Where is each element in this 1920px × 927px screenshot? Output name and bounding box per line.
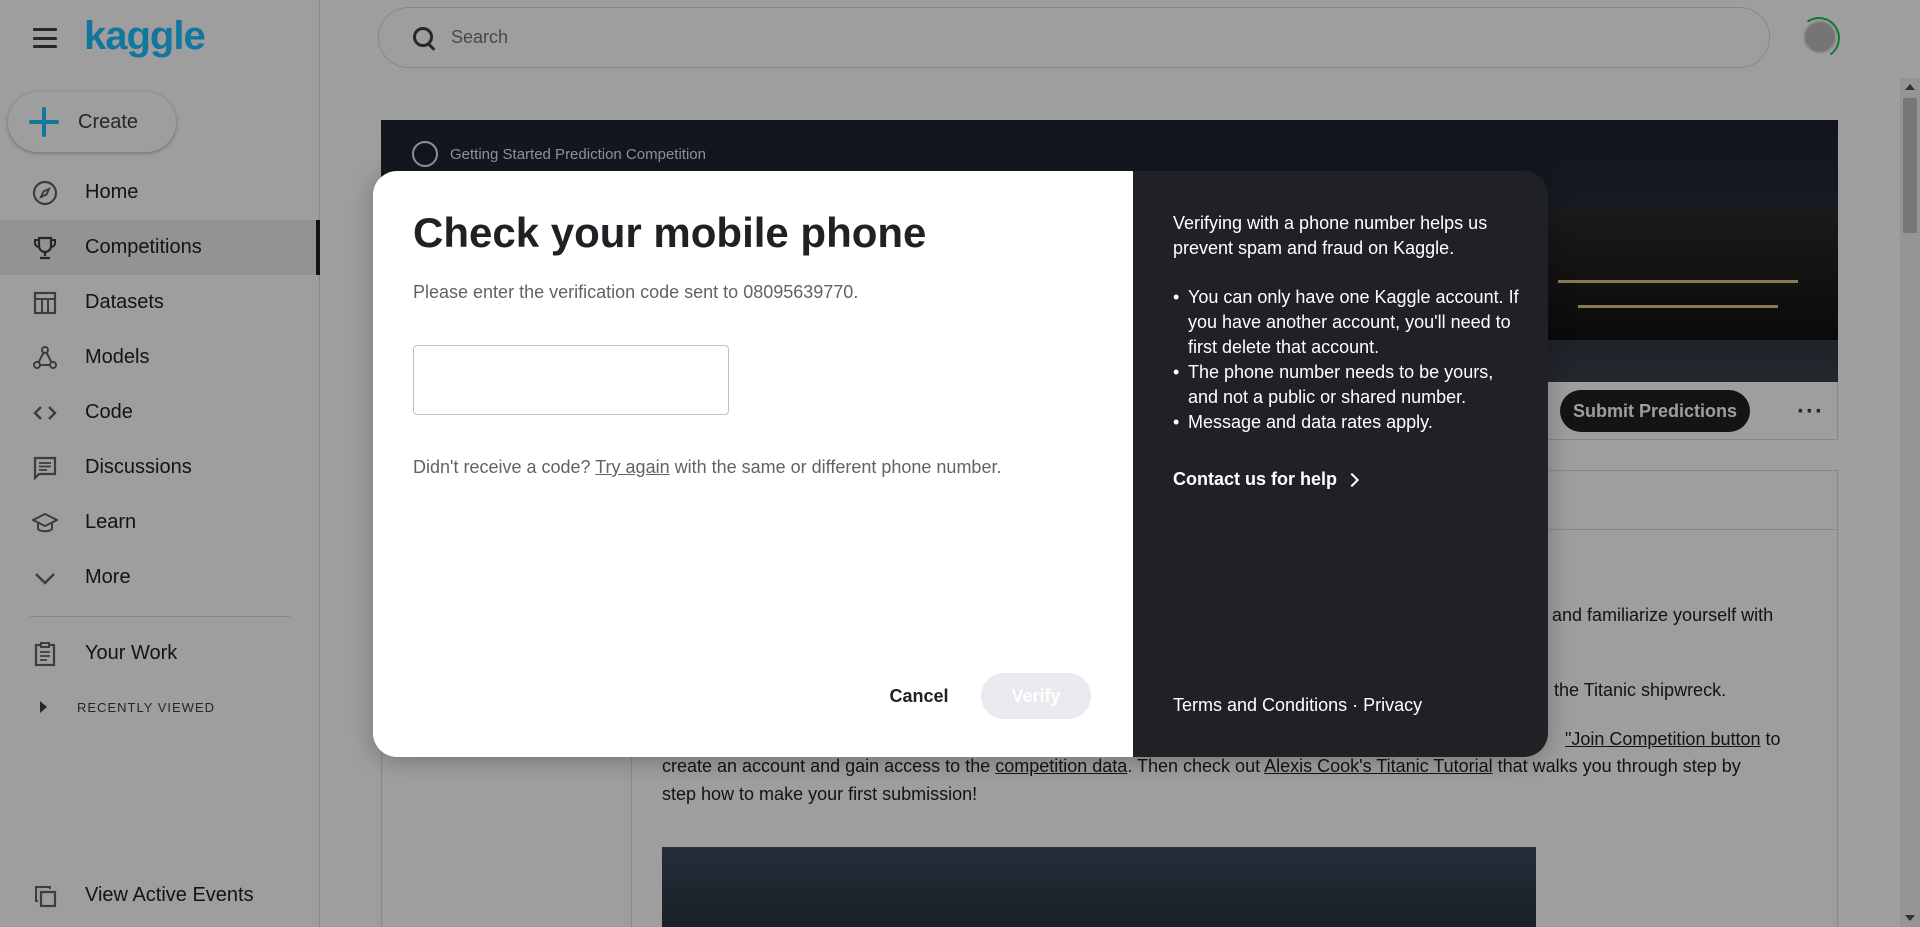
terms-link[interactable]: Terms and Conditions xyxy=(1173,695,1347,716)
contact-help-link[interactable]: Contact us for help xyxy=(1173,469,1360,490)
verify-button[interactable]: Verify xyxy=(981,673,1091,719)
resend-prefix: Didn't receive a code? xyxy=(413,457,596,477)
footer-separator: · xyxy=(1347,695,1364,715)
dialog-title: Check your mobile phone xyxy=(413,209,927,256)
dialog-main-panel: Check your mobile phone Please enter the… xyxy=(373,171,1133,757)
dialog-footer-links: Terms and Conditions · Privacy xyxy=(1173,695,1422,716)
try-again-link[interactable]: Try again xyxy=(595,457,669,477)
dialog-subtitle: Please enter the verification code sent … xyxy=(413,282,859,302)
cancel-button[interactable]: Cancel xyxy=(859,673,979,719)
info-list-item: You can only have one Kaggle account. If… xyxy=(1173,285,1528,360)
resend-suffix: with the same or different phone number. xyxy=(669,457,1002,477)
phone-verification-dialog: Check your mobile phone Please enter the… xyxy=(373,171,1548,757)
info-list-item: Message and data rates apply. xyxy=(1173,410,1528,435)
chevron-right-icon xyxy=(1344,472,1360,487)
dialog-info-panel: Verifying with a phone number helps us p… xyxy=(1133,171,1548,757)
info-list-item: The phone number needs to be yours, and … xyxy=(1173,360,1528,410)
info-intro: Verifying with a phone number helps us p… xyxy=(1173,213,1488,258)
resend-code-text: Didn't receive a code? Try again with th… xyxy=(413,457,1001,478)
privacy-link[interactable]: Privacy xyxy=(1363,695,1422,716)
info-list: You can only have one Kaggle account. If… xyxy=(1173,285,1528,435)
verification-code-input[interactable] xyxy=(413,345,729,415)
contact-help-label: Contact us for help xyxy=(1173,469,1338,489)
